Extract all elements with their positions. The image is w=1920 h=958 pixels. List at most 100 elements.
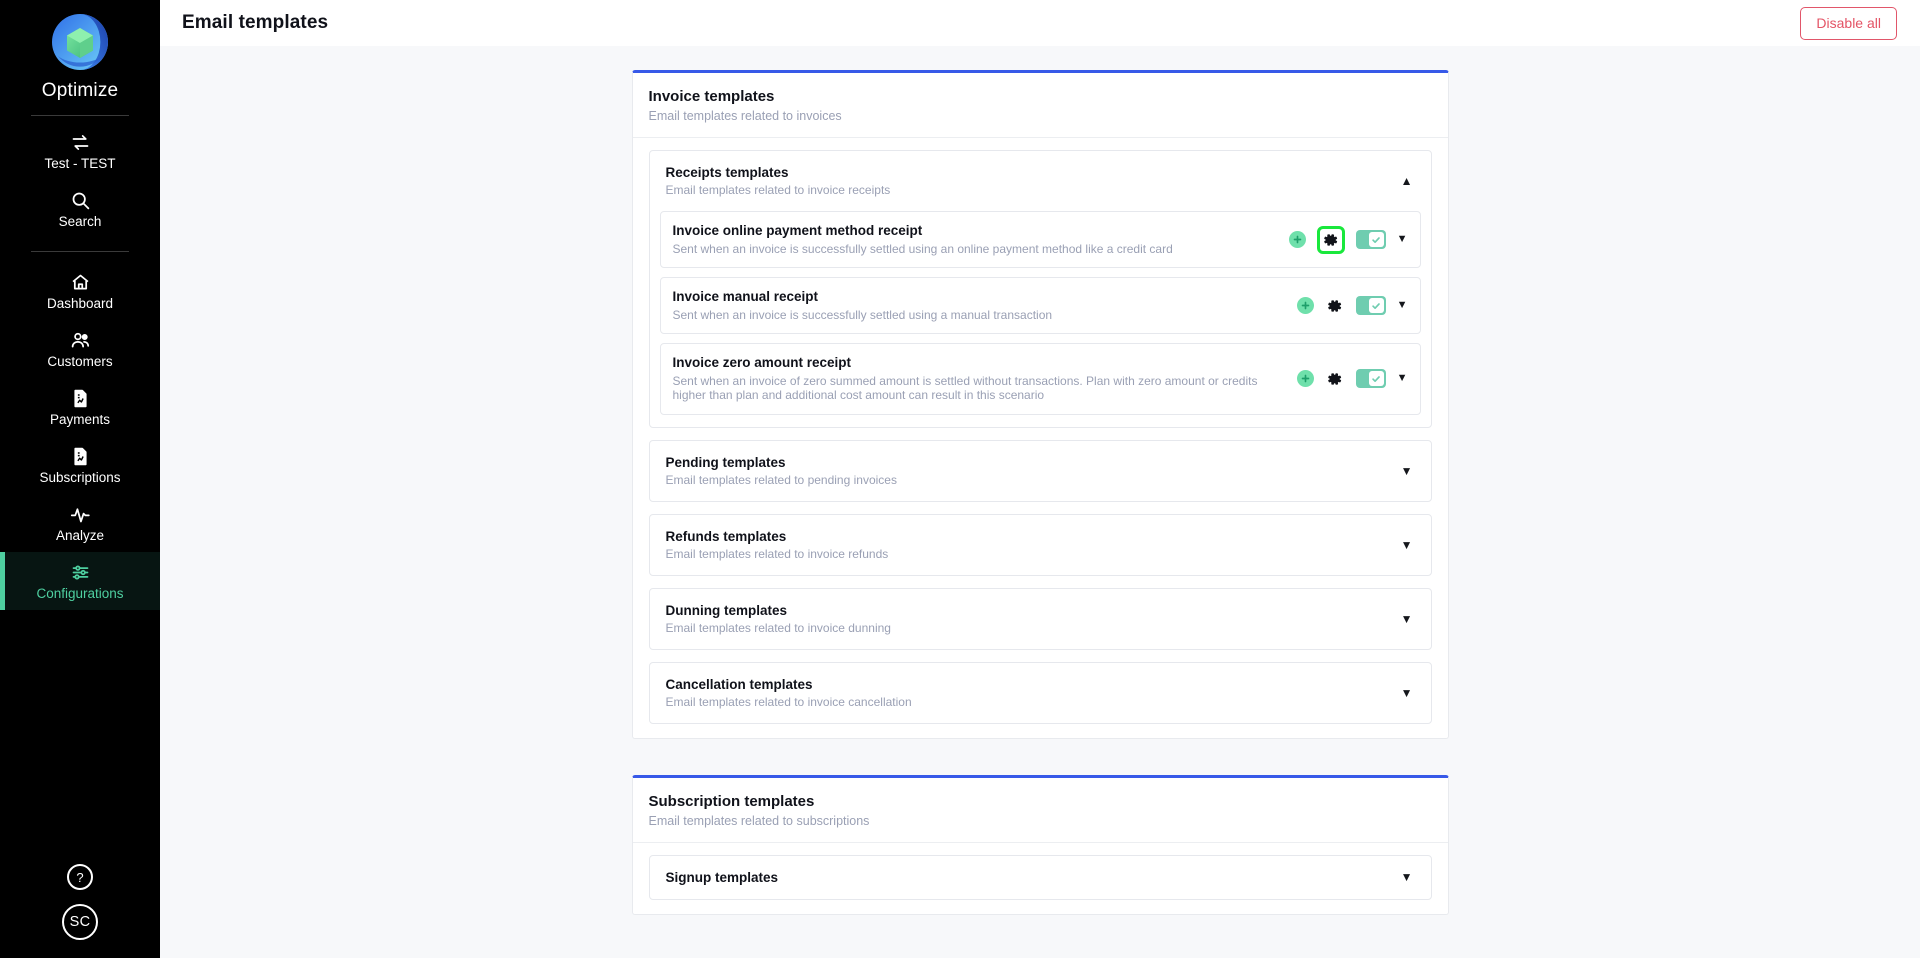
section-subtitle: Email templates related to invoice dunni… — [665, 620, 891, 635]
section-texts: Dunning templates Email templates related… — [666, 603, 891, 635]
chevron-down-icon[interactable]: ▼ — [1401, 871, 1413, 883]
card-title: Subscription templates — [648, 792, 815, 810]
card-header: Subscription templates Email templates re… — [632, 778, 1448, 843]
content-scroll-area[interactable]: Invoice templates Email templates related… — [160, 46, 1920, 958]
home-icon — [69, 271, 91, 293]
section-texts: Refunds templates Email templates related… — [666, 529, 889, 561]
add-icon[interactable] — [1296, 297, 1314, 315]
section-pending-templates: Pending templates Email templates related… — [648, 439, 1432, 502]
section-header-cancellation-templates[interactable]: Cancellation templates Email templates re… — [650, 663, 1431, 723]
section-dunning-templates: Dunning templates Email templates related… — [648, 587, 1432, 650]
section-title: Receipts templates — [665, 165, 789, 180]
chevron-down-icon[interactable]: ▼ — [1401, 539, 1413, 551]
question-mark-icon: ? — [76, 869, 84, 885]
table-row: Invoice online payment method receipt Sen… — [659, 211, 1421, 269]
add-icon[interactable] — [1296, 370, 1314, 388]
help-button[interactable]: ? — [67, 864, 93, 890]
switch-arrows-icon — [69, 131, 91, 153]
chevron-down-icon[interactable]: ▼ — [1397, 300, 1408, 311]
section-header-signup-templates[interactable]: Signup templates ▼ — [650, 856, 1431, 899]
optimize-logo-icon — [50, 12, 110, 72]
sidebar-item-label: Subscriptions — [39, 470, 121, 485]
sidebar-item-label: Analyze — [55, 528, 105, 543]
section-subtitle: Email templates related to invoice recei… — [665, 183, 891, 197]
disable-all-button[interactable]: Disable all — [1800, 6, 1897, 40]
section-subtitle: Email templates related to invoice cance… — [665, 694, 912, 709]
template-description: Sent when an invoice of zero summed amou… — [672, 374, 1258, 403]
section-signup-templates: Signup templates ▼ — [648, 854, 1432, 900]
sidebar-item-configurations[interactable]: Configurations — [0, 552, 160, 610]
card-header: Invoice templates Email templates related… — [632, 73, 1448, 138]
avatar-initials: SC — [69, 914, 91, 930]
chevron-down-icon[interactable]: ▼ — [1397, 373, 1408, 384]
sidebar-item-search[interactable]: Search — [0, 180, 160, 238]
template-actions: ▼ — [1296, 296, 1408, 316]
section-body: Invoice online payment method receipt Sen… — [650, 211, 1431, 427]
section-cancellation-templates: Cancellation templates Email templates re… — [648, 661, 1432, 724]
section-title: Signup templates — [665, 869, 779, 885]
page-title: Email templates — [182, 12, 329, 33]
section-header-pending-templates[interactable]: Pending templates Email templates related… — [650, 441, 1431, 501]
sidebar-main-group: Dashboard Customers Payments Subscriptio… — [0, 262, 160, 610]
topbar: Email templates Disable all — [160, 0, 1920, 46]
template-name: Invoice manual receipt — [672, 289, 819, 305]
cards-host: Invoice templates Email templates related… — [631, 70, 1449, 951]
sidebar-item-payments[interactable]: Payments — [0, 378, 160, 436]
card-body: Receipts templates Email templates relate… — [633, 138, 1448, 738]
app-root: Optimize Test - TEST Search Dashboard Cu… — [0, 0, 1920, 958]
section-subtitle: Email templates related to pending invoi… — [665, 472, 897, 487]
users-icon — [69, 329, 91, 351]
section-header-refunds-templates[interactable]: Refunds templates Email templates related… — [650, 515, 1431, 575]
sidebar-item-tenant-switcher[interactable]: Test - TEST — [0, 122, 160, 180]
sidebar-divider-top — [31, 115, 129, 116]
section-title: Pending templates — [665, 454, 786, 470]
pulse-icon — [69, 503, 91, 525]
card-subtitle: Email templates related to subscriptions — [648, 813, 870, 828]
template-actions: ▼ — [1296, 369, 1408, 389]
section-header-receipts-templates[interactable]: Receipts templates Email templates relate… — [650, 151, 1431, 211]
sidebar: Optimize Test - TEST Search Dashboard Cu… — [0, 0, 160, 958]
add-icon[interactable] — [1288, 231, 1306, 249]
avatar[interactable]: SC — [62, 904, 98, 940]
section-texts: Signup templates — [666, 870, 779, 885]
card-title: Invoice templates — [648, 88, 775, 105]
check-icon — [1368, 298, 1384, 314]
chevron-down-icon[interactable]: ▼ — [1401, 687, 1413, 699]
section-header-dunning-templates[interactable]: Dunning templates Email templates related… — [650, 589, 1431, 649]
sliders-icon — [69, 561, 91, 583]
sidebar-item-label: Payments — [49, 412, 111, 427]
sidebar-top-group: Test - TEST Search — [0, 122, 160, 238]
sidebar-item-dashboard[interactable]: Dashboard — [0, 262, 160, 320]
enabled-toggle[interactable] — [1355, 369, 1386, 389]
template-name: Invoice zero amount receipt — [672, 355, 852, 371]
chevron-up-icon[interactable]: ▲ — [1401, 175, 1413, 187]
gear-icon[interactable] — [1325, 369, 1345, 389]
section-texts: Cancellation templates Email templates re… — [666, 677, 912, 709]
check-icon — [1368, 232, 1384, 248]
chevron-down-icon[interactable]: ▼ — [1397, 234, 1408, 245]
template-texts: Invoice manual receipt Sent when an invoi… — [673, 289, 1285, 322]
sidebar-divider-mid — [31, 251, 129, 252]
chevron-down-icon[interactable]: ▼ — [1401, 465, 1413, 477]
sidebar-item-label: Test - TEST — [44, 156, 116, 171]
brand-block: Optimize — [42, 12, 119, 102]
section-title: Dunning templates — [665, 602, 788, 618]
sidebar-item-customers[interactable]: Customers — [0, 320, 160, 378]
main-area: Email templates Disable all Invoice temp… — [160, 0, 1920, 958]
enabled-toggle[interactable] — [1355, 230, 1386, 250]
template-actions: ▼ — [1288, 225, 1408, 254]
sidebar-item-label: Configurations — [36, 586, 124, 601]
invoice-templates-card: Invoice templates Email templates related… — [631, 70, 1449, 739]
sidebar-item-analyze[interactable]: Analyze — [0, 494, 160, 552]
sidebar-item-subscriptions[interactable]: Subscriptions — [0, 436, 160, 494]
card-body: Signup templates ▼ — [633, 843, 1448, 914]
chevron-down-icon[interactable]: ▼ — [1401, 613, 1413, 625]
gear-icon[interactable] — [1316, 225, 1345, 254]
check-icon — [1368, 371, 1384, 387]
search-icon — [69, 189, 91, 211]
gear-icon[interactable] — [1325, 296, 1345, 316]
enabled-toggle[interactable] — [1355, 296, 1386, 316]
template-texts: Invoice online payment method receipt Sen… — [673, 223, 1277, 256]
template-description: Sent when an invoice is successfully set… — [672, 308, 1053, 323]
template-name: Invoice online payment method receipt — [672, 223, 923, 238]
